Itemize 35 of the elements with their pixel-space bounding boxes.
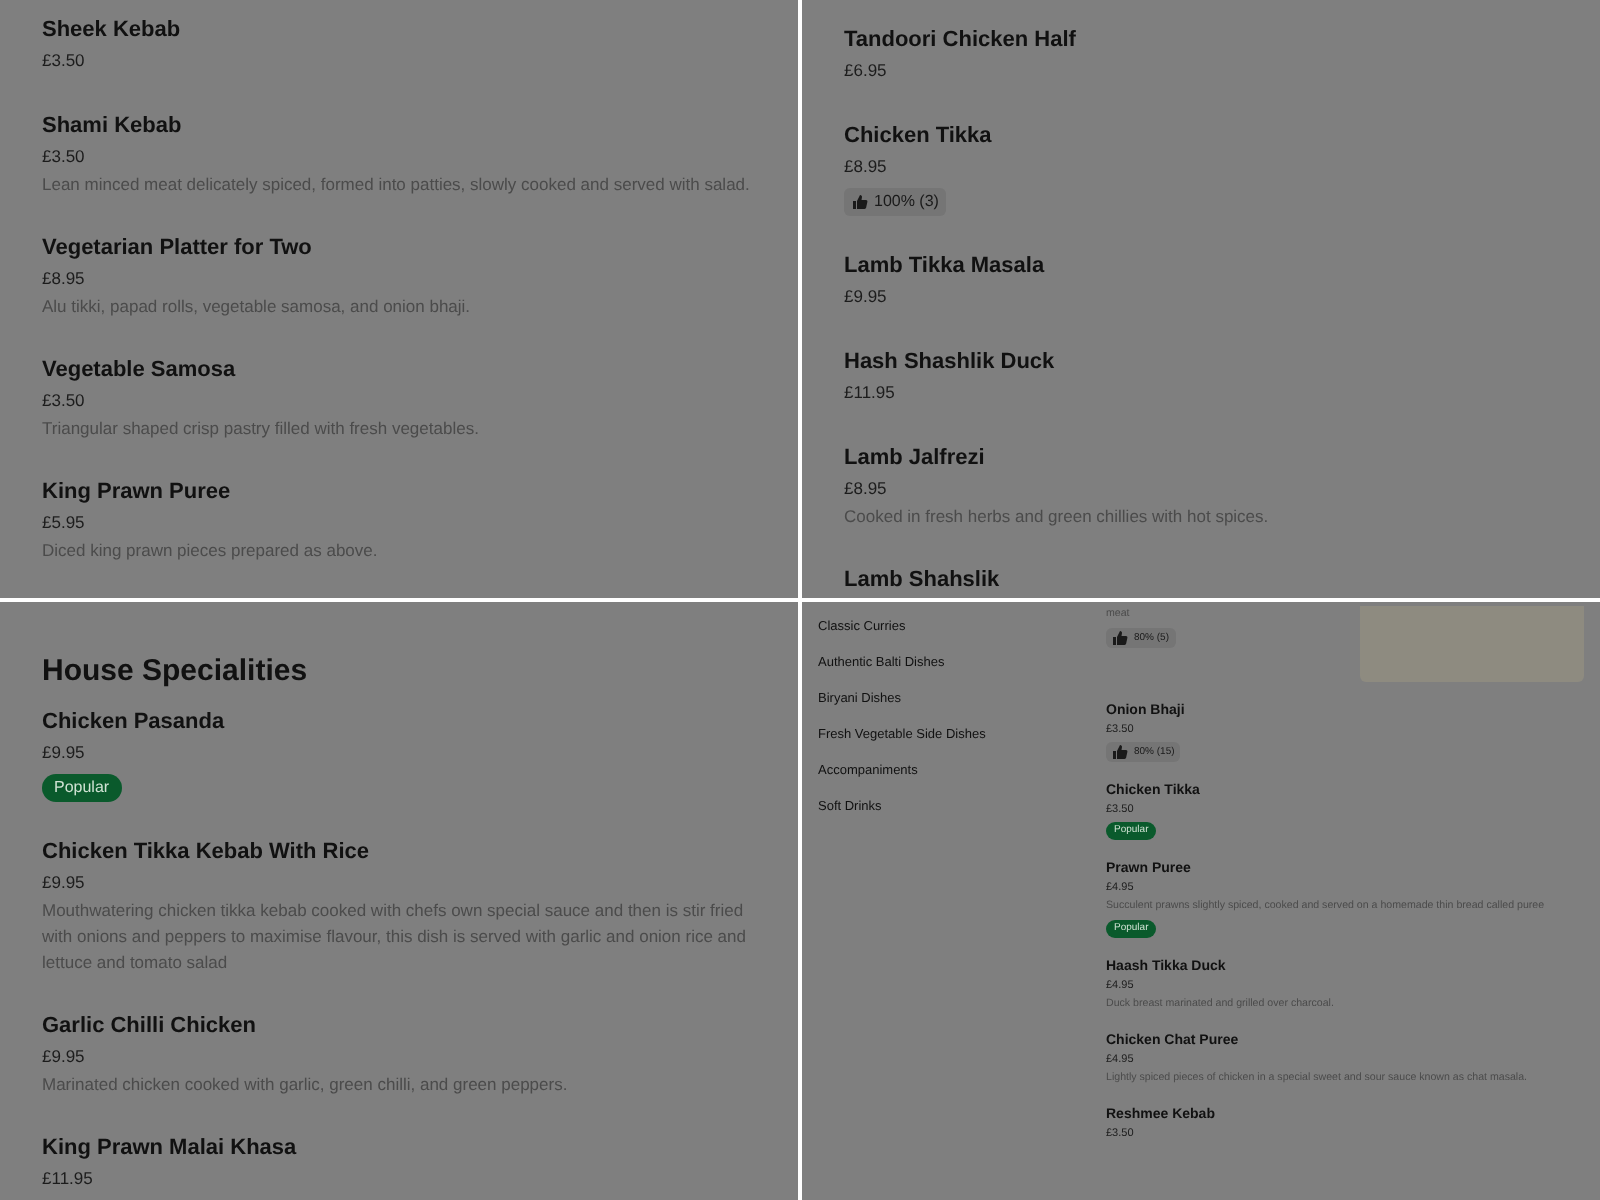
item-name: King Prawn Puree xyxy=(42,478,233,508)
item-name: Tandoori Chicken Half xyxy=(844,26,1078,56)
item-price: £8.95 xyxy=(42,266,87,292)
item-price: £11.95 xyxy=(844,380,897,406)
item-price: £9.95 xyxy=(42,870,87,896)
popular-badge: Popular xyxy=(42,774,122,802)
rating-text: 100% (3) xyxy=(874,190,939,214)
item-price: £3.50 xyxy=(42,388,87,414)
item-name: Vegetable Samosa xyxy=(42,356,238,386)
item-name: Garlic Chilli Chicken xyxy=(42,1012,258,1042)
item-name: Sheek Kebab xyxy=(42,16,183,46)
thumbs-up-icon xyxy=(852,194,868,210)
item-price: £9.95 xyxy=(42,740,87,766)
item-price: £8.95 xyxy=(844,154,889,180)
item-price: £6.95 xyxy=(844,58,889,84)
item-name: King Prawn Malai Khasa xyxy=(42,1134,299,1164)
item-price: £9.95 xyxy=(844,284,889,310)
item-price: £5.95 xyxy=(42,510,87,536)
item-name: Shami Kebab xyxy=(42,112,184,142)
item-name: Lamb Jalfrezi xyxy=(844,444,987,474)
item-name: Vegetarian Platter for Two xyxy=(42,234,314,264)
thumbs-up-icon xyxy=(1112,630,1128,646)
section-heading: House Specialities xyxy=(42,652,310,692)
item-price: £8.95 xyxy=(844,476,889,502)
item-price: £3.50 xyxy=(42,48,87,74)
item-name: Lamb Tikka Masala xyxy=(844,252,1047,282)
item-name: Chicken Tikka xyxy=(844,122,994,152)
item-price: £3.50 xyxy=(42,144,87,170)
item-name: Lamb Shahslik xyxy=(844,566,1002,596)
item-name: Hash Shashlik Duck xyxy=(844,348,1057,378)
item-price: £9.95 xyxy=(42,1044,87,1070)
item-price: £11.95 xyxy=(42,1166,95,1192)
item-name: Chicken Tikka Kebab With Rice xyxy=(42,838,372,868)
item-name: Chicken Pasanda xyxy=(42,708,227,738)
thumbs-up-icon xyxy=(1112,744,1128,760)
